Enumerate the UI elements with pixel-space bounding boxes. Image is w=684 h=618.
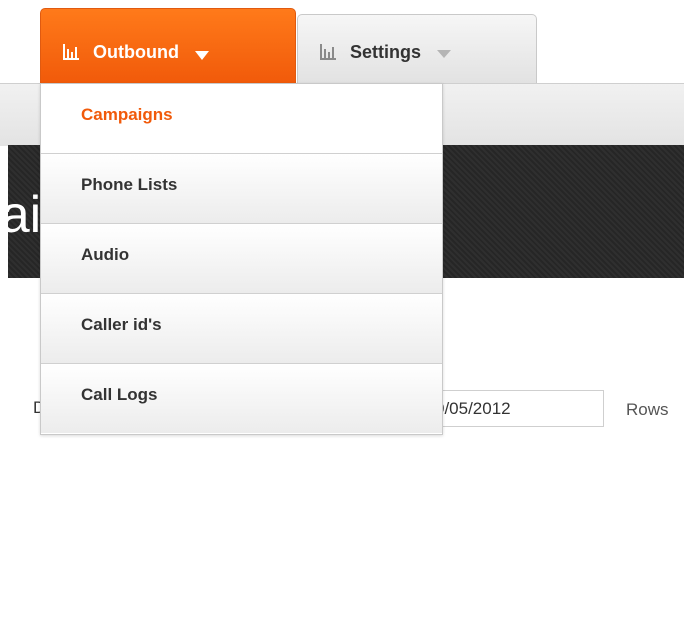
tab-settings-label: Settings [350,42,422,62]
date-field[interactable] [430,390,604,427]
menu-item-campaigns[interactable]: Campaigns [41,84,442,154]
menu-item-audio[interactable]: Audio [41,224,442,294]
tab-settings[interactable]: Settings [297,14,537,83]
menu-item-call-logs[interactable]: Call Logs [41,364,442,433]
rows-label: Rows [626,400,669,419]
menu-item-phone-lists[interactable]: Phone Lists [41,154,442,224]
tab-outbound[interactable]: Outbound [40,8,296,83]
menu-item-caller-ids[interactable]: Caller id's [41,294,442,364]
bar-chart-icon [63,44,79,60]
outbound-dropdown-menu: Campaigns Phone Lists Audio Caller id's … [40,83,443,435]
caret-down-icon [194,51,209,60]
bar-chart-icon [320,44,336,60]
tab-outbound-label: Outbound [93,42,179,62]
content-area [8,440,684,618]
caret-down-icon [437,50,452,58]
